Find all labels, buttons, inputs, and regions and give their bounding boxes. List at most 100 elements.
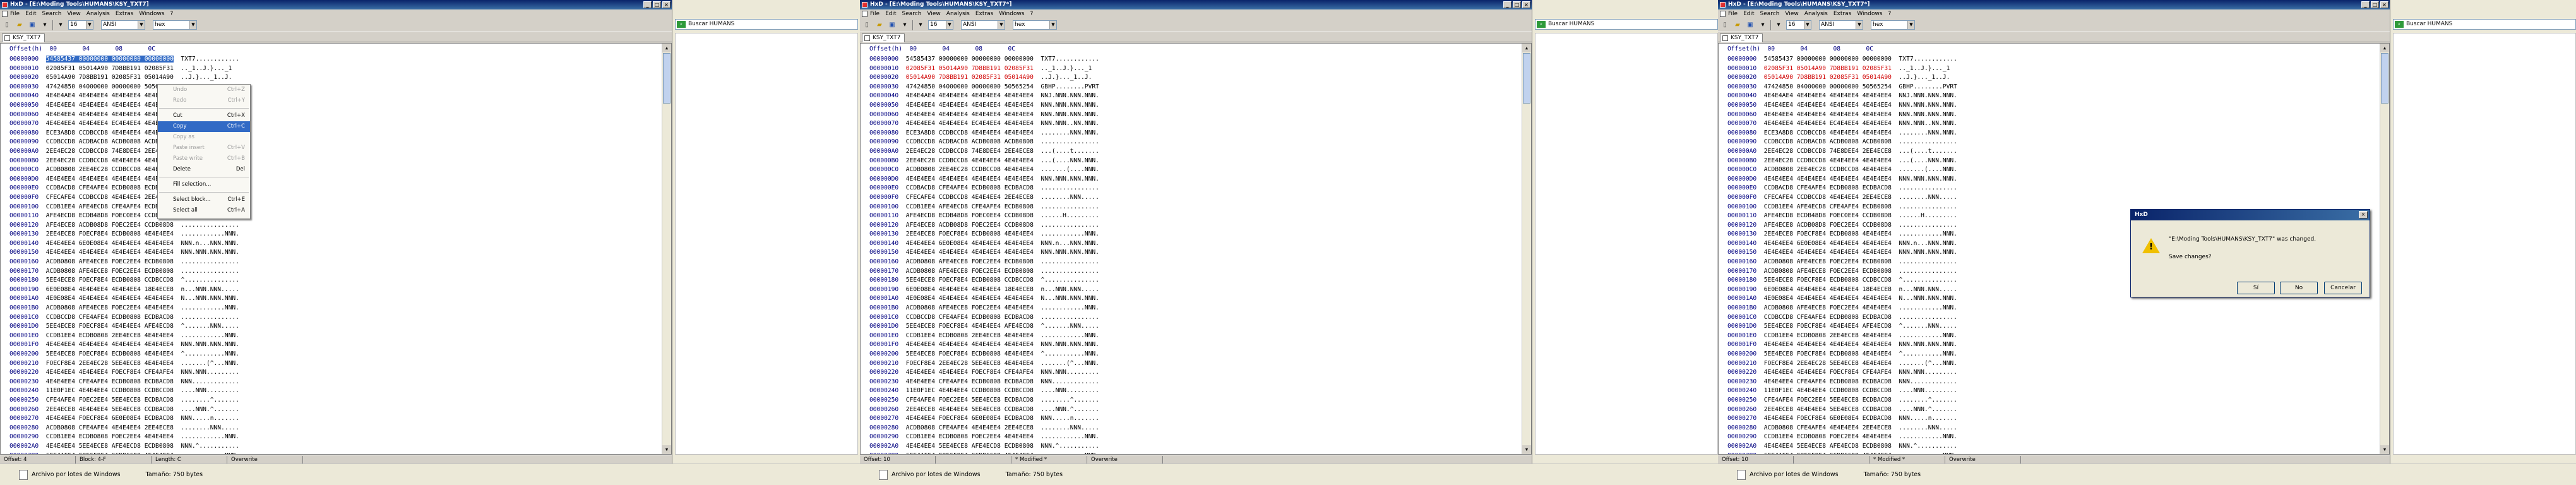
row-hex[interactable]: 6E0E08E4 4E4E4EE4 4E4E4EE4 18E4ECE8 [1764,286,1892,293]
vertical-scrollbar[interactable]: ▲ ▼ [662,44,671,454]
table-row[interactable]: 000001D0 5EE4ECE8 FOECF8E4 4E4E4EE4 AFE4… [1,322,239,332]
table-row[interactable]: 000002A0 4E4E4EE4 5EE4ECE8 AFE4ECD8 ECDB… [861,442,1099,452]
row-ascii[interactable]: .......(^...NNN. [1041,360,1099,367]
table-row[interactable]: 000000A0 2EE4EC28 CCDBCCD8 74E8DEE4 2EE4… [1719,147,1957,157]
row-ascii[interactable]: NNN.^........... [181,443,239,450]
table-row[interactable]: 00000210 FOECF8E4 2EE4EC28 5EE4ECE8 4E4E… [861,359,1099,369]
close-button[interactable]: × [662,1,671,8]
maximize-button[interactable]: □ [653,1,661,8]
row-hex[interactable]: CCDB1EE4 AFE4ECD8 CFE4AFE4 ECDB0808 [46,203,174,210]
row-ascii[interactable]: NNN.NNN......... [1899,369,1957,376]
table-row[interactable]: 00000260 2EE4ECE8 4E4E4EE4 5EE4ECE8 CCDB… [861,405,1099,415]
row-ascii[interactable]: NNN............. [1899,378,1957,385]
row-hex[interactable]: 4E4E4AE4 4E4E4EE4 4E4E4EE4 4E4E4EE4 [1764,92,1892,99]
row-ascii[interactable]: ......H......... [1899,212,1957,219]
table-row[interactable]: 00000130 2EE4ECE8 FOECF8E4 ECDB0808 4E4E… [1,230,239,239]
row-ascii[interactable]: ........NNN..... [1899,194,1957,201]
table-row[interactable]: 00000080 ECE3A8D8 CCDBCCD8 4E4E4EE4 4E4E… [1719,129,1957,138]
menu-help[interactable]: ? [170,11,174,17]
table-row[interactable]: 00000020 05014A90 7D8BB191 02085F31 0501… [1,73,239,83]
scroll-up-icon[interactable]: ▲ [2380,44,2389,52]
table-row[interactable]: 00000180 5EE4ECE8 FOECF8E4 ECDB0808 CCDB… [1,276,239,285]
maximize-button[interactable]: □ [2371,1,2379,8]
row-ascii[interactable]: ................ [181,268,239,275]
row-ascii[interactable]: ................ [1899,258,1957,265]
row-hex[interactable]: 2EE4ECE8 4E4E4EE4 5EE4ECE8 CCDBACD8 [906,406,1034,413]
row-ascii[interactable]: ...(....t....... [1899,148,1957,155]
table-row[interactable]: 00000000 54585437 00000000 00000000 0000… [1,55,239,64]
table-row[interactable]: 00000250 CFE4AFE4 FOEC2EE4 5EE4ECE8 ECDB… [1,396,239,405]
row-ascii[interactable]: ........NNN.NNN. [1041,129,1099,136]
menu-analysis[interactable]: Analysis [1804,11,1828,17]
table-row[interactable]: 00000240 11E0F1EC 4E4E4EE4 CCDB0808 CCDB… [1719,386,1957,396]
row-hex[interactable]: 4E4E4EE4 6E0E08E4 4E4E4EE4 4E4E4EE4 [1764,240,1892,247]
row-hex[interactable]: 4E4E4AE4 4E4E4EE4 4E4E4EE4 4E4E4EE4 [46,92,174,99]
row-hex[interactable]: 47424850 04000000 00000000 50565254 [1764,83,1892,90]
table-row[interactable]: 00000190 6E0E08E4 4E4E4EE4 4E4E4EE4 18E4… [1,285,239,295]
row-ascii[interactable]: NNN.n...NNN.NNN. [1899,240,1957,247]
menu-extras[interactable]: Extras [975,11,993,17]
row-hex[interactable]: FOECF8E4 2EE4EC28 5EE4ECE8 4E4E4EE4 [46,360,174,367]
row-ascii[interactable]: ........NNN..... [1041,194,1099,201]
row-hex[interactable]: ACDB0808 2EE4EC28 CCDBCCD8 4E4E4EE4 [1764,166,1892,173]
row-hex[interactable]: 4E4E4EE4 4E4E4EE4 4E4E4EE4 4E4E4EE4 [1764,249,1892,256]
row-hex[interactable]: ACDB0808 2EE4EC28 CCDBCCD8 4E4E4EE4 [906,166,1034,173]
table-row[interactable]: 00000000 54585437 00000000 00000000 0000… [861,55,1099,64]
row-ascii[interactable]: GBHP........PVRT [1899,83,1957,90]
row-ascii[interactable]: NNN.NNN.NNN.NNN. [1041,341,1099,348]
scroll-up-icon[interactable]: ▲ [662,44,671,52]
save-icon[interactable]: ▣ [27,20,37,30]
row-hex[interactable]: 11E0F1EC 4E4E4EE4 CCDB0808 CCDBCCD8 [906,387,1034,394]
row-ascii[interactable]: ......H......... [1041,212,1099,219]
row-hex[interactable]: 05014A90 7D8BB191 02085F31 05014A90 [46,74,174,81]
row-ascii[interactable]: ................ [1899,314,1957,321]
table-row[interactable]: 00000170 ACDB0808 AFE4ECE8 FOEC2EE4 ECDB… [1719,267,1957,277]
scroll-thumb[interactable] [2381,53,2388,104]
table-row[interactable]: 00000090 CCDBCCD8 ACDBACD8 ACDB0808 ACDB… [1719,138,1957,147]
table-row[interactable]: 00000170 ACDB0808 AFE4ECE8 FOEC2EE4 ECDB… [1,267,239,277]
table-row[interactable]: 00000190 6E0E08E4 4E4E4EE4 4E4E4EE4 18E4… [861,285,1099,295]
save-dropdown-icon[interactable]: ▾ [900,20,910,30]
table-row[interactable]: 000001C0 CCDBCCD8 CFE4AFE4 ECDB0808 ECDB… [1719,313,1957,323]
row-hex[interactable]: CFECAFE4 CCDBCCD8 4E4E4EE4 2EE4ECE8 [1764,194,1892,201]
row-hex[interactable]: 4E4E4EE4 4E4E4EE4 FOECF8E4 CFE4AFE4 [906,369,1034,376]
row-hex[interactable]: 4E4E4EE4 4E4E4EE4 FOECF8E4 CFE4AFE4 [1764,369,1892,376]
minimize-button[interactable]: _ [1503,1,1512,8]
columns-dropdown-icon[interactable]: ▾ [56,20,66,30]
table-row[interactable]: 00000290 CCDB1EE4 ECDB0808 FOEC2EE4 4E4E… [1,433,239,442]
row-ascii[interactable]: NNN.NNN.NNN.NNN. [1041,111,1099,118]
row-ascii[interactable]: ^.......NNN..... [1899,323,1957,330]
row-hex[interactable]: ACDB0808 AFE4ECE8 FOEC2EE4 ECDB0808 [46,268,174,275]
row-hex[interactable]: FOECF8E4 2EE4EC28 5EE4ECE8 4E4E4EE4 [906,360,1034,367]
table-row[interactable]: 00000270 4E4E4EE4 FOECF8E4 6E0E08E4 ECDB… [1719,414,1957,424]
row-ascii[interactable]: .._1..J.}..._1 [1899,65,1950,72]
offset-base-combo[interactable]: hex ▼ [153,20,197,30]
scroll-down-icon[interactable]: ▼ [2380,445,2389,454]
table-row[interactable]: 00000180 5EE4ECE8 FOECF8E4 ECDB0808 CCDB… [1719,276,1957,285]
table-row[interactable]: 00000290 CCDB1EE4 ECDB0808 FOEC2EE4 4E4E… [861,433,1099,442]
menu-windows[interactable]: Windows [1857,11,1882,17]
row-ascii[interactable]: NNN............. [1041,378,1099,385]
row-ascii[interactable]: NNN.NNN.NNN.NNN. [1041,176,1099,183]
row-hex[interactable]: 4E4E4EE4 4E4E4EE4 4E4E4EE4 4E4E4EE4 [906,249,1034,256]
table-row[interactable]: 00000120 AFE4ECE8 ACDB08D8 FOEC2EE4 CCDB… [861,221,1099,231]
row-ascii[interactable]: NNN.NNN.NNN.NNN. [1899,341,1957,348]
row-ascii[interactable]: ^............... [1899,277,1957,284]
row-ascii[interactable]: ............NNN. [1899,231,1957,237]
table-row[interactable]: 00000140 4E4E4EE4 6E0E08E4 4E4E4EE4 4E4E… [1719,239,1957,249]
table-row[interactable]: 000000D0 4E4E4EE4 4E4E4EE4 4E4E4EE4 4E4E… [1719,175,1957,184]
row-hex[interactable]: 05014A90 7D8BB191 02085F31 05014A90 [1764,74,1892,81]
row-hex[interactable]: 47424850 04000000 00000000 50565254 [46,83,174,90]
row-ascii[interactable]: ....NNN.^....... [181,406,239,413]
row-ascii[interactable]: ................ [181,222,239,229]
table-row[interactable]: 00000160 ACDB0808 AFE4ECE8 FOEC2EE4 ECDB… [861,258,1099,267]
menu-windows[interactable]: Windows [139,11,164,17]
row-ascii[interactable]: ............NNN. [1041,433,1099,440]
table-row[interactable]: 00000010 02085F31 05014A90 7D8BB191 0208… [861,64,1099,74]
table-row[interactable]: 000000C0 ACDB0808 2EE4EC28 CCDBCCD8 4E4E… [1719,165,1957,175]
row-hex[interactable]: 6E0E08E4 4E4E4EE4 4E4E4EE4 18E4ECE8 [46,286,174,293]
tab-ksy-txt7[interactable]: KSY_TXT7 [862,33,905,42]
table-row[interactable]: 000001C0 CCDBCCD8 CFE4AFE4 ECDB0808 ECDB… [1,313,239,323]
row-ascii[interactable]: ............NNN. [181,433,239,440]
context-menu-item-copy[interactable]: Copy Ctrl+C [158,121,250,132]
